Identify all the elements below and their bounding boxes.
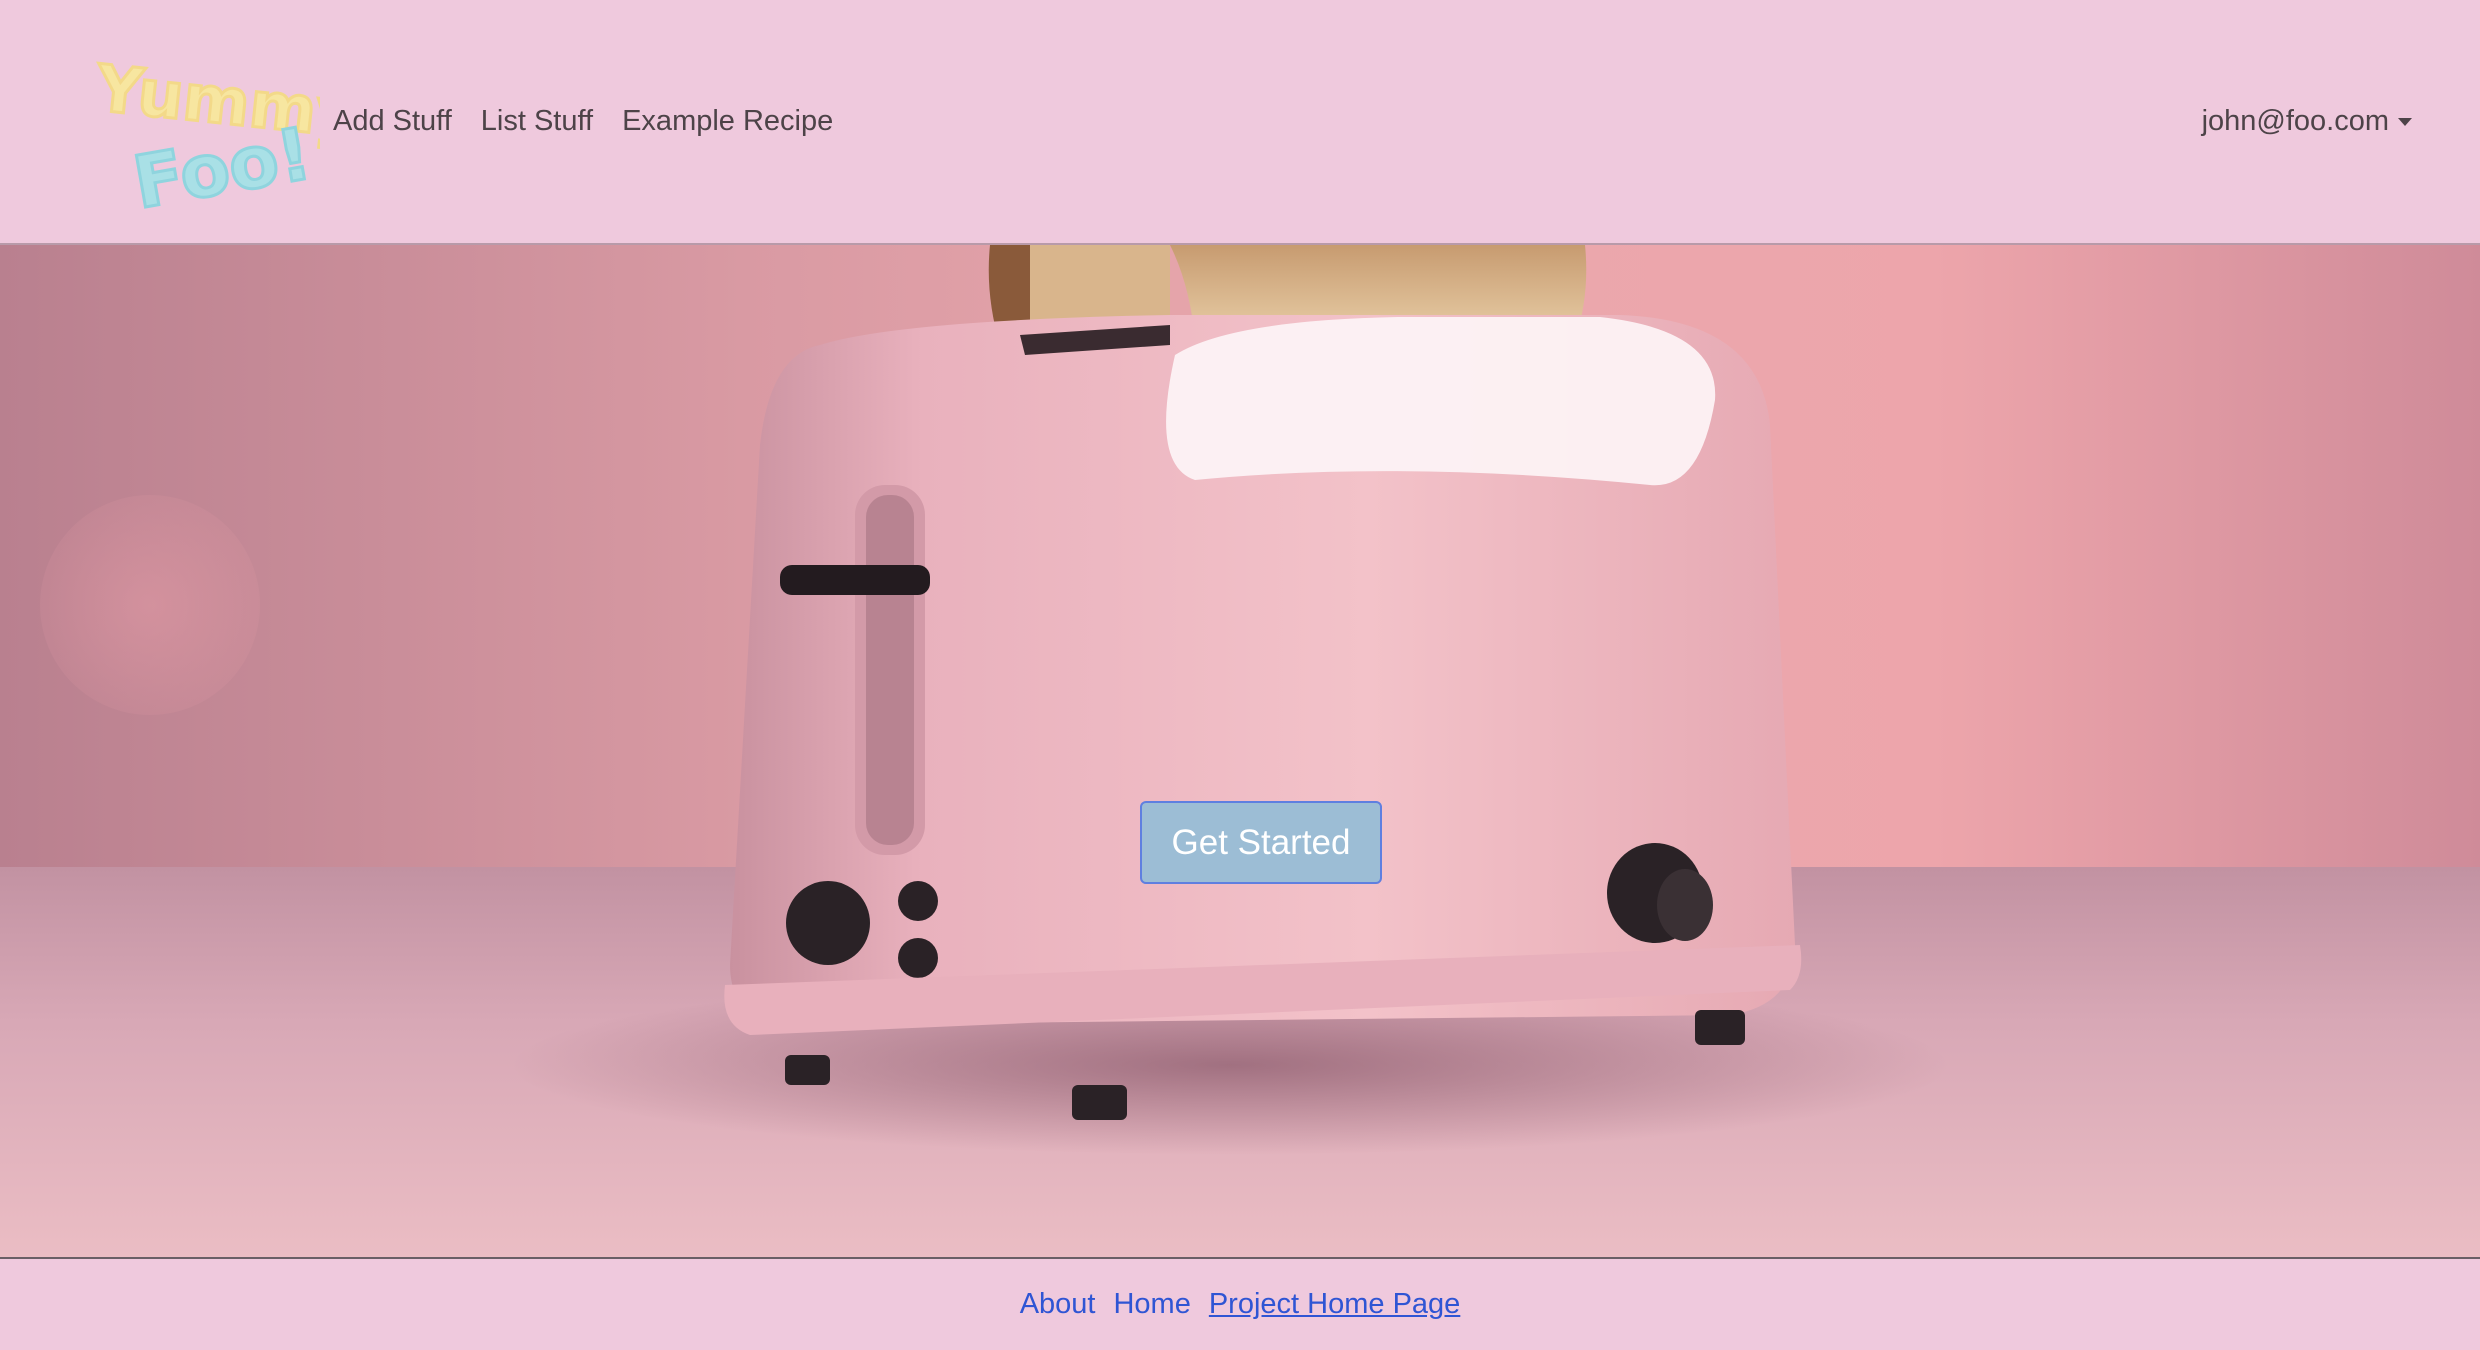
toaster-highlight bbox=[1166, 317, 1716, 486]
get-started-button[interactable]: Get Started bbox=[1140, 801, 1382, 884]
user-dropdown[interactable]: john@foo.com bbox=[2202, 0, 2412, 242]
user-email: john@foo.com bbox=[2201, 104, 2389, 137]
nav-list-stuff[interactable]: List Stuff bbox=[481, 105, 593, 138]
top-navbar: Yummy Foo! Add Stuff List Stuff Example … bbox=[0, 0, 2480, 245]
toaster-lever bbox=[780, 565, 930, 595]
yummy-foo-logo[interactable]: Yummy Foo! bbox=[95, 28, 320, 218]
footer-about-link[interactable]: About bbox=[1020, 1288, 1096, 1321]
caret-down-icon bbox=[2398, 118, 2412, 126]
toaster-illustration bbox=[510, 245, 1950, 1155]
small-knob-2 bbox=[898, 938, 938, 978]
nav-add-stuff[interactable]: Add Stuff bbox=[333, 105, 452, 138]
hero-banner: Get Started bbox=[0, 245, 2480, 1257]
footer-project-home-link[interactable]: Project Home Page bbox=[1209, 1288, 1460, 1321]
small-knob-1 bbox=[898, 881, 938, 921]
nav-links: Add Stuff List Stuff Example Recipe bbox=[333, 0, 862, 242]
foot-2 bbox=[1072, 1085, 1127, 1120]
footer-home-link[interactable]: Home bbox=[1113, 1288, 1190, 1321]
footer: About Home Project Home Page bbox=[0, 1257, 2480, 1350]
foot-3 bbox=[1695, 1010, 1745, 1045]
foot-1 bbox=[785, 1055, 830, 1085]
left-knob bbox=[786, 881, 870, 965]
nav-example-recipe[interactable]: Example Recipe bbox=[622, 105, 833, 138]
